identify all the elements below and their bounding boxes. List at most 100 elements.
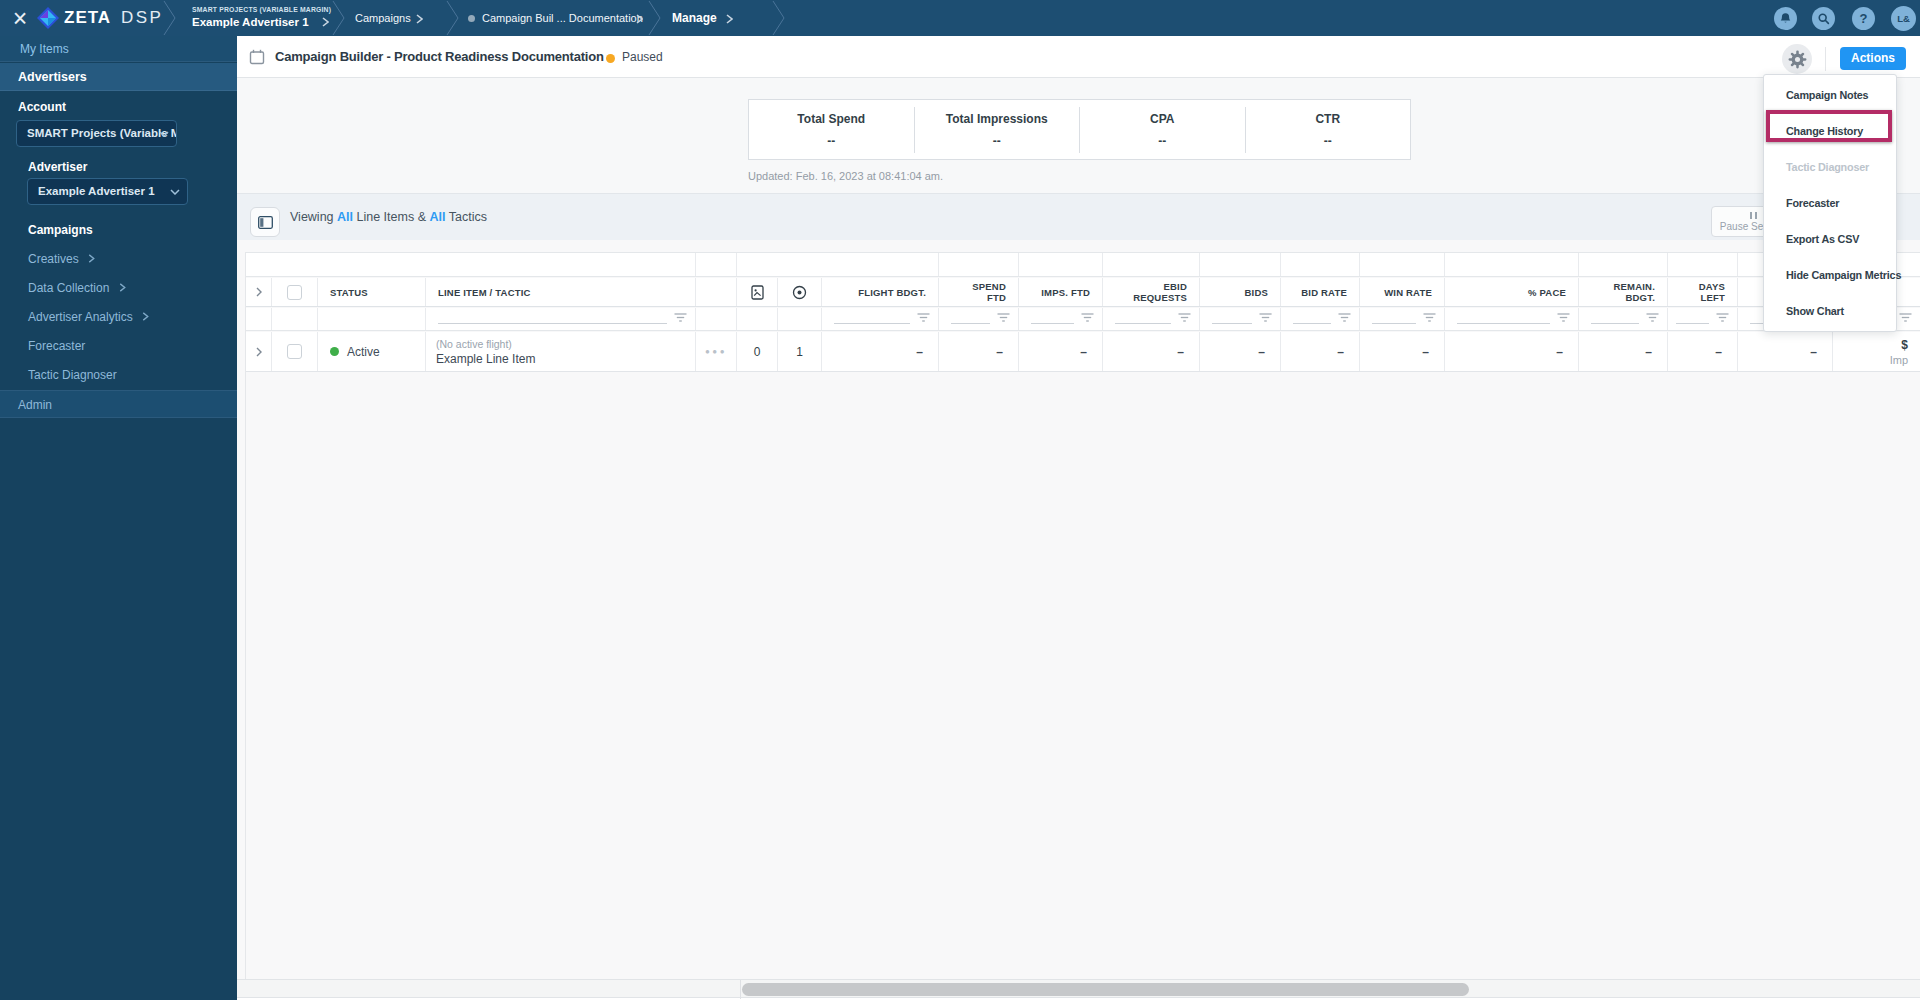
row-creatives-count[interactable]: 0	[737, 332, 778, 371]
panel-layout-icon	[258, 216, 273, 229]
advertiser-select-value: Example Advertiser 1	[38, 185, 155, 197]
column-group-spacer	[737, 253, 939, 276]
filter-input[interactable]	[1676, 312, 1709, 324]
metric-total-spend: Total Spend --	[749, 107, 915, 153]
header-pace[interactable]: % PACE	[1445, 278, 1579, 306]
filter-icon[interactable]	[1899, 313, 1912, 324]
filter-input[interactable]	[438, 312, 667, 324]
header-line-item[interactable]: LINE ITEM / TACTIC	[426, 278, 696, 306]
line-item-name[interactable]: Example Line Item	[436, 352, 535, 366]
header-creatives[interactable]	[737, 278, 778, 306]
row-actions-button[interactable]: ●●●	[696, 332, 737, 371]
row-checkbox[interactable]	[287, 344, 302, 359]
chevron-right-icon	[256, 347, 262, 357]
viewing-all-line-items[interactable]: All	[337, 210, 353, 224]
overflow-spend: $	[1901, 338, 1908, 352]
header-days-left[interactable]: DAYS LEFT	[1668, 278, 1738, 306]
table-row[interactable]: Active (No active flight) Example Line I…	[246, 332, 1920, 372]
advertiser-select[interactable]: Example Advertiser 1	[27, 178, 188, 205]
menu-item-campaign-notes[interactable]: Campaign Notes	[1764, 77, 1896, 113]
sidebar-item-advertisers[interactable]: Advertisers	[0, 63, 237, 91]
calendar-icon	[249, 49, 265, 65]
scrollbar-thumb[interactable]	[742, 983, 1469, 996]
filter-icon[interactable]	[997, 313, 1010, 324]
sidebar-item-my-items[interactable]: My Items	[0, 36, 237, 62]
advertiser-label: Advertiser	[28, 160, 87, 174]
row-line-item-cell[interactable]: (No active flight) Example Line Item	[426, 332, 696, 371]
actions-button[interactable]: Actions	[1840, 47, 1906, 70]
panel-toggle-button[interactable]	[250, 207, 280, 237]
header-label: STATUS	[318, 287, 425, 298]
filter-input[interactable]	[1372, 312, 1416, 324]
filter-icon[interactable]	[1081, 313, 1094, 324]
sidebar-item-advertiser-analytics[interactable]: Advertiser Analytics	[28, 310, 149, 324]
zeta-logo-icon	[37, 7, 59, 29]
filter-icon[interactable]	[1557, 313, 1570, 324]
row-spend-ftd: –	[939, 332, 1019, 371]
header-spend-ftd[interactable]: SPEND FTD	[939, 278, 1019, 306]
filter-icon[interactable]	[1259, 313, 1272, 324]
row-tactics-count[interactable]: 1	[778, 332, 822, 371]
filter-cell	[1360, 308, 1445, 330]
help-button[interactable]: ?	[1852, 7, 1875, 30]
filter-icon[interactable]	[1716, 313, 1729, 324]
breadcrumb-manage[interactable]: Manage	[672, 11, 717, 25]
filter-spacer	[246, 308, 272, 330]
expand-all-button[interactable]	[246, 278, 272, 306]
filter-cell	[822, 308, 939, 330]
breadcrumb-campaign-name[interactable]: Campaign Buil ... Documentation	[482, 12, 643, 24]
filter-icon[interactable]	[1338, 313, 1351, 324]
sidebar-item-data-collection[interactable]: Data Collection	[28, 281, 126, 295]
header-status[interactable]: STATUS	[318, 278, 426, 306]
user-avatar[interactable]: L&	[1891, 6, 1916, 31]
filter-input[interactable]	[834, 312, 910, 324]
menu-item-show-chart[interactable]: Show Chart	[1764, 293, 1896, 329]
header-imps-ftd[interactable]: IMPS. FTD	[1019, 278, 1103, 306]
sidebar-item-forecaster[interactable]: Forecaster	[28, 339, 85, 353]
breadcrumb-campaigns[interactable]: Campaigns	[355, 12, 411, 24]
filter-input[interactable]	[1031, 312, 1074, 324]
filter-input[interactable]	[951, 312, 990, 324]
sidebar-item-creatives[interactable]: Creatives	[28, 252, 95, 266]
sidebar-item-campaigns[interactable]: Campaigns	[28, 223, 93, 237]
header-remaining-budget[interactable]: REMAIN. BDGT.	[1579, 278, 1668, 306]
filter-icon[interactable]	[1646, 313, 1659, 324]
filter-spacer	[737, 308, 778, 330]
header-win-rate[interactable]: WIN RATE	[1360, 278, 1445, 306]
sidebar-item-admin[interactable]: Admin	[0, 390, 237, 418]
filter-icon[interactable]	[1178, 313, 1191, 324]
header-tactics[interactable]	[778, 278, 822, 306]
header-bid-rate[interactable]: BID RATE	[1281, 278, 1360, 306]
chevron-down-icon	[159, 131, 169, 137]
filter-input[interactable]	[1591, 312, 1639, 324]
filter-icon[interactable]	[1423, 313, 1436, 324]
filter-input[interactable]	[1212, 312, 1252, 324]
viewing-all-tactics[interactable]: All	[429, 210, 445, 224]
menu-item-export-csv[interactable]: Export As CSV	[1764, 221, 1896, 257]
sidebar-item-tactic-diagnoser[interactable]: Tactic Diagnoser	[28, 368, 117, 382]
notifications-button[interactable]	[1774, 7, 1797, 30]
filter-input[interactable]	[1293, 312, 1331, 324]
sidebar: My Items Advertisers Account SMART Proje…	[0, 36, 237, 1000]
search-button[interactable]	[1812, 7, 1835, 30]
header-ebid-requests[interactable]: EBID REQUESTS	[1103, 278, 1200, 306]
settings-button[interactable]	[1782, 44, 1812, 74]
filter-icon[interactable]	[917, 313, 930, 324]
header-bids[interactable]: BIDS	[1200, 278, 1281, 306]
column-group-spacer	[1579, 253, 1668, 276]
menu-item-forecaster[interactable]: Forecaster	[1764, 185, 1896, 221]
column-group-spacer	[1668, 253, 1738, 276]
table-header-row: STATUS LINE ITEM / TACTIC FLIGHT BDGT. S…	[246, 278, 1920, 307]
sidebar-item-label: Advertiser Analytics	[28, 310, 133, 324]
header-flight-budget[interactable]: FLIGHT BDGT.	[822, 278, 939, 306]
close-icon[interactable]: ×	[8, 3, 32, 33]
filter-input[interactable]	[1115, 312, 1171, 324]
breadcrumb-advertiser[interactable]: Example Advertiser 1	[192, 16, 309, 28]
row-expand-button[interactable]	[246, 332, 272, 371]
select-all-checkbox[interactable]	[287, 285, 302, 300]
account-select[interactable]: SMART Projects (Variable M...	[16, 120, 177, 147]
filter-input[interactable]	[1457, 312, 1550, 324]
header-label: FLIGHT BDGT.	[822, 287, 938, 298]
menu-item-hide-campaign-metrics[interactable]: Hide Campaign Metrics	[1764, 257, 1896, 293]
filter-icon[interactable]	[674, 313, 687, 324]
